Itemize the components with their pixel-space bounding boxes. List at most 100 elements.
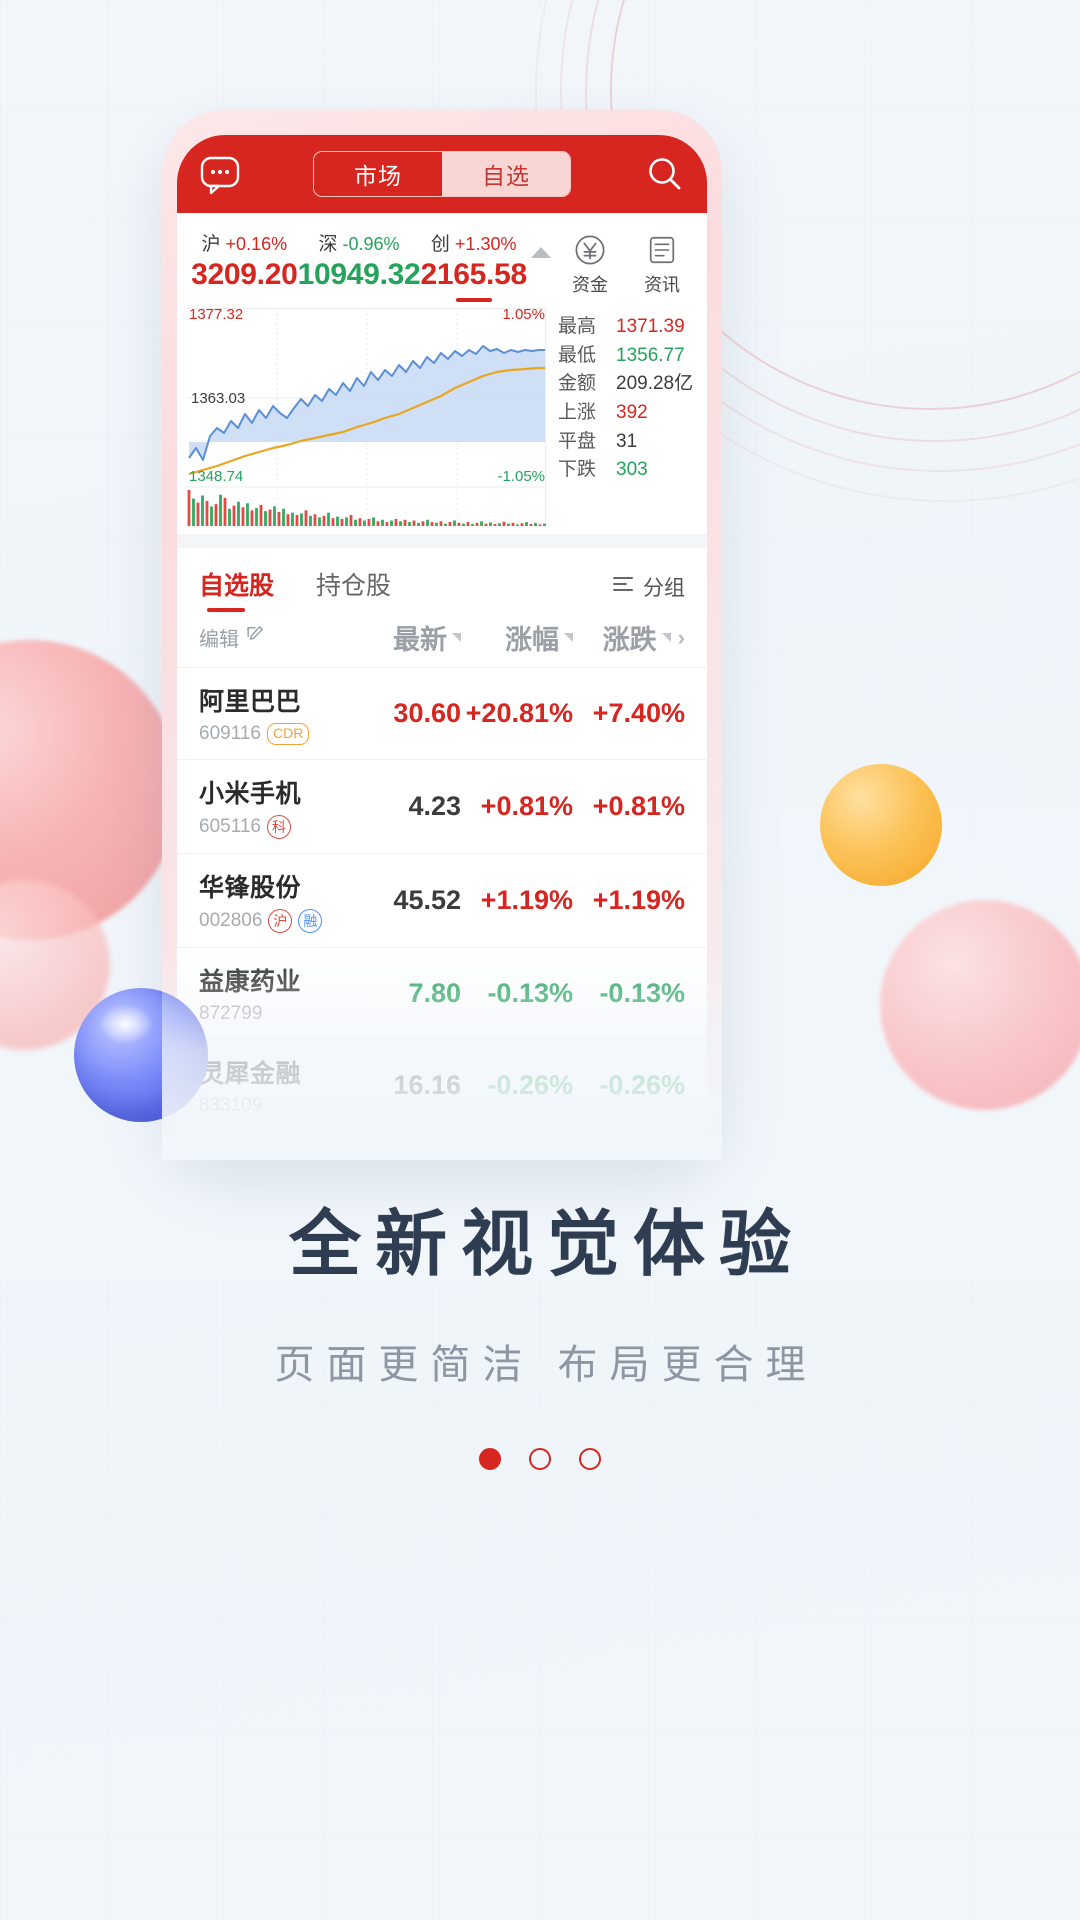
stock-identity: 灵犀金融 833109 — [199, 1054, 349, 1117]
volume-bar-chart[interactable] — [187, 488, 547, 528]
stat-row-decliners: 下跌 303 — [558, 457, 707, 483]
group-lines-icon — [611, 572, 635, 602]
stat-row-advancers: 上涨 392 — [558, 400, 707, 426]
table-row[interactable]: 阿里巴巴 609116 CDR 30.60 +20.81% +7.40% — [177, 667, 707, 759]
header-action-news[interactable]: 资讯 — [635, 233, 689, 297]
stock-change-pct: +20.81% — [465, 698, 573, 728]
chart-y-mid-label: 1363.03 — [191, 390, 246, 407]
index-name-sh: 沪 — [201, 234, 221, 255]
stat-value-decliners: 303 — [616, 459, 648, 481]
stat-value-unchanged: 31 — [616, 430, 638, 452]
index-change-sh: +0.16% — [225, 234, 288, 254]
chevron-right-icon[interactable]: › — [678, 625, 685, 651]
index-item-sz[interactable]: 深 -0.96% 10949.32 — [298, 229, 421, 292]
stat-value-low: 1356.77 — [616, 344, 685, 366]
stock-latest-price: 4.23 — [408, 791, 461, 821]
stock-code: 833109 — [199, 1095, 263, 1116]
index-line-chart[interactable]: 1377.32 1363.03 1348.74 1.05% -1.05% — [187, 306, 547, 488]
watchlist-col-change-pct-label: 涨幅 — [505, 625, 559, 655]
stock-code-line: 609116 CDR — [199, 723, 349, 745]
sort-caret-change-amt-icon — [661, 633, 671, 642]
collapse-chevron-up-icon[interactable] — [531, 247, 552, 258]
carousel-dot-3[interactable] — [579, 1448, 601, 1470]
stat-label-decliners: 下跌 — [558, 459, 597, 481]
yuan-currency-icon — [563, 233, 617, 267]
promo-subtitle: 页面更简洁 布局更合理 — [274, 1343, 818, 1387]
index-stats-panel: 最高 1371.39 最低 1356.77 金额 209.28亿 上涨 392 — [545, 308, 707, 528]
chart-y-bottom-label: 1348.74 — [189, 468, 244, 485]
carousel-dot-2[interactable] — [529, 1448, 551, 1470]
phone-mockup: 市场 自选 沪 +0.16% 3209.20 深 -0.96% 10949.32… — [162, 110, 722, 1155]
stock-name: 阿里巴巴 — [199, 688, 302, 716]
watchlist-tab-favorites[interactable]: 自选股 — [199, 566, 274, 612]
stock-tag-ke: 科 — [267, 815, 291, 839]
volume-svg — [187, 488, 546, 528]
sort-caret-latest-icon — [452, 633, 461, 642]
phone-screen: 市场 自选 沪 +0.16% 3209.20 深 -0.96% 10949.32… — [177, 135, 707, 1155]
stat-label-low: 最低 — [558, 344, 597, 366]
watchlist-group-label: 分组 — [643, 577, 685, 600]
stat-value-amount: 209.28亿 — [616, 373, 694, 395]
watchlist-col-latest[interactable]: 最新 — [349, 618, 461, 657]
stock-change-pct: +1.19% — [480, 885, 573, 915]
stock-code: 002806 — [199, 910, 263, 931]
stat-value-high: 1371.39 — [616, 316, 685, 337]
index-name-sz: 深 — [318, 234, 338, 255]
watchlist-tab-holdings[interactable]: 持仓股 — [316, 566, 391, 612]
chart-pct-top-label: 1.05% — [502, 306, 545, 323]
stock-tag-rong: 融 — [298, 909, 323, 933]
stock-identity: 阿里巴巴 609116 CDR — [199, 682, 349, 745]
stock-code: 605116 — [199, 816, 261, 837]
search-icon[interactable] — [645, 154, 685, 194]
watchlist-col-change-pct[interactable]: 涨幅 — [461, 618, 573, 657]
stock-change-amt: +0.81% — [592, 791, 685, 821]
watchlist-edit-button[interactable]: 编辑 — [199, 623, 349, 652]
table-row[interactable]: 华锋股份 002806 沪融 45.52 +1.19% +1.19% — [177, 853, 707, 947]
stock-name: 灵犀金融 — [199, 1060, 302, 1088]
stock-name: 华锋股份 — [199, 874, 302, 902]
market-watchlist-segmented-control[interactable]: 市场 自选 — [313, 151, 571, 197]
header-action-news-label: 资讯 — [644, 275, 681, 295]
carousel-dot-1[interactable] — [479, 1448, 501, 1470]
index-value-sh: 3209.20 — [191, 258, 298, 291]
index-value-cy: 2165.58 — [420, 258, 528, 291]
watchlist-col-latest-label: 最新 — [393, 625, 447, 655]
stock-identity: 小米手机 605116 科 — [199, 774, 349, 839]
stock-latest-price: 7.80 — [408, 978, 461, 1008]
table-row[interactable]: 益康药业 872799 7.80 -0.13% -0.13% — [177, 947, 707, 1039]
stat-row-unchanged: 平盘 31 — [558, 429, 707, 455]
section-divider — [177, 534, 707, 548]
watchlist-col-change-amt[interactable]: 涨跌 › — [573, 618, 685, 657]
watchlist-rows: 阿里巴巴 609116 CDR 30.60 +20.81% +7.40% 小米手机 60511… — [177, 667, 707, 1131]
header-action-funds-label: 资金 — [572, 275, 609, 295]
index-item-sh[interactable]: 沪 +0.16% 3209.20 — [191, 229, 298, 292]
watchlist-column-header: 编辑 最新 涨幅 涨跌 › — [177, 612, 707, 667]
stat-label-advancers: 上涨 — [558, 401, 597, 423]
stock-code-line: 833109 — [199, 1095, 349, 1117]
stock-name: 益康药业 — [199, 968, 302, 996]
watchlist-col-change-amt-label: 涨跌 — [602, 625, 657, 655]
stat-row-amount: 金额 209.28亿 — [558, 371, 707, 397]
stat-row-low: 最低 1356.77 — [558, 343, 707, 369]
index-item-cy[interactable]: 创 +1.30% 2165.58 — [420, 229, 527, 302]
stock-code-line: 872799 — [199, 1003, 349, 1025]
decorative-blob-blue — [74, 988, 208, 1122]
chat-bubble-icon[interactable] — [199, 153, 241, 195]
stock-change-amt: +1.19% — [592, 885, 685, 915]
edit-pencil-icon — [245, 625, 265, 651]
stock-latest-price: 30.60 — [393, 698, 461, 728]
stat-label-unchanged: 平盘 — [558, 430, 597, 452]
tab-market[interactable]: 市场 — [314, 152, 442, 196]
decorative-blob-orange — [820, 764, 942, 886]
stock-identity: 华锋股份 002806 沪融 — [199, 868, 349, 933]
index-chart-block: 1377.32 1363.03 1348.74 1.05% -1.05% 最高 … — [177, 306, 707, 534]
table-row[interactable]: 灵犀金融 833109 16.16 -0.26% -0.26% — [177, 1039, 707, 1131]
tab-watchlist[interactable]: 自选 — [442, 152, 570, 196]
watchlist-group-button[interactable]: 分组 — [611, 572, 685, 612]
stock-change-amt: +7.40% — [592, 698, 685, 728]
stock-code: 609116 — [199, 723, 261, 744]
index-change-cy: +1.30% — [454, 234, 517, 254]
chart-pct-bottom-label: -1.05% — [497, 468, 545, 485]
header-action-funds[interactable]: 资金 — [563, 233, 617, 297]
table-row[interactable]: 小米手机 605116 科 4.23 +0.81% +0.81% — [177, 759, 707, 853]
